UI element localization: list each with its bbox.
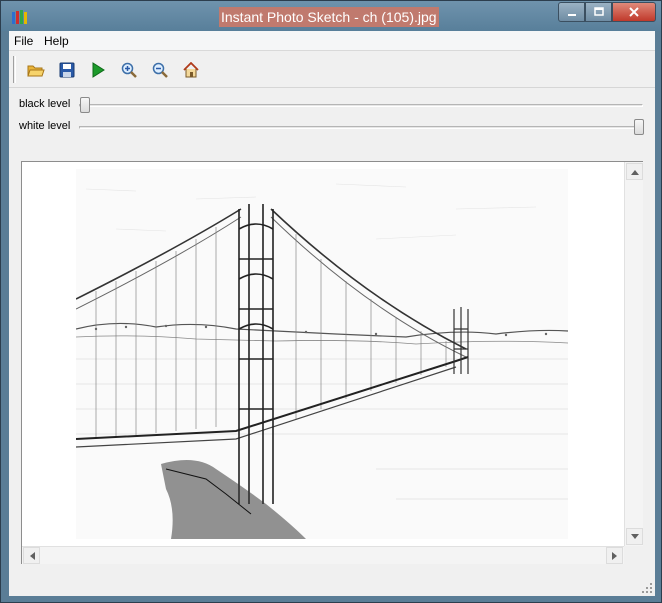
open-folder-icon [27,65,45,77]
arrow-left-icon [29,551,35,560]
vertical-scrollbar[interactable] [624,162,643,546]
scroll-left-button[interactable] [23,547,40,564]
title-bar[interactable]: Instant Photo Sketch - ch (105).jpg [1,1,661,31]
image-viewport[interactable] [21,161,643,564]
open-button[interactable] [25,59,47,81]
run-button[interactable] [87,59,109,81]
maximize-button[interactable] [585,2,612,22]
save-disk-icon [59,62,75,78]
close-icon [629,7,639,17]
home-button[interactable] [180,59,202,81]
black-level-label: black level [19,98,71,110]
white-level-slider[interactable] [634,119,644,135]
app-window: Instant Photo Sketch - ch (105).jpg File… [0,0,662,603]
zoom-out-icon [152,62,168,78]
toolbar-grip[interactable] [13,56,16,83]
black-level-row: black level [9,95,655,115]
scroll-down-button[interactable] [626,528,643,545]
window-title: Instant Photo Sketch - ch (105).jpg [219,7,439,27]
client-area: File Help black level white level [9,31,655,596]
zoom-in-icon [121,62,137,78]
close-button[interactable] [612,2,656,22]
horizontal-scrollbar[interactable] [22,546,624,564]
menu-bar: File Help [9,31,655,51]
maximize-icon [593,7,604,16]
white-level-row: white level [9,117,655,137]
minimize-button[interactable] [558,2,585,22]
white-level-track[interactable] [79,126,643,129]
scroll-up-button[interactable] [626,163,643,180]
zoom-out-button[interactable] [149,59,171,81]
arrow-down-icon [630,533,639,539]
home-icon [183,62,199,78]
toolbar [9,52,655,88]
app-crayons-icon [12,10,27,24]
minimize-icon [567,14,576,16]
bridge-sketch-image [76,169,568,539]
arrow-up-icon [630,169,639,175]
black-level-track[interactable] [79,104,643,107]
save-button[interactable] [56,59,78,81]
play-icon [92,62,105,78]
white-level-label: white level [19,120,71,132]
arrow-right-icon [611,551,617,560]
status-bar [9,572,655,596]
zoom-in-button[interactable] [118,59,140,81]
scroll-corner [624,546,643,564]
scroll-right-button[interactable] [606,547,623,564]
menu-file[interactable]: File [14,34,33,48]
menu-help[interactable]: Help [44,34,69,48]
resize-grip-icon[interactable] [641,582,653,594]
black-level-slider[interactable] [80,97,90,113]
